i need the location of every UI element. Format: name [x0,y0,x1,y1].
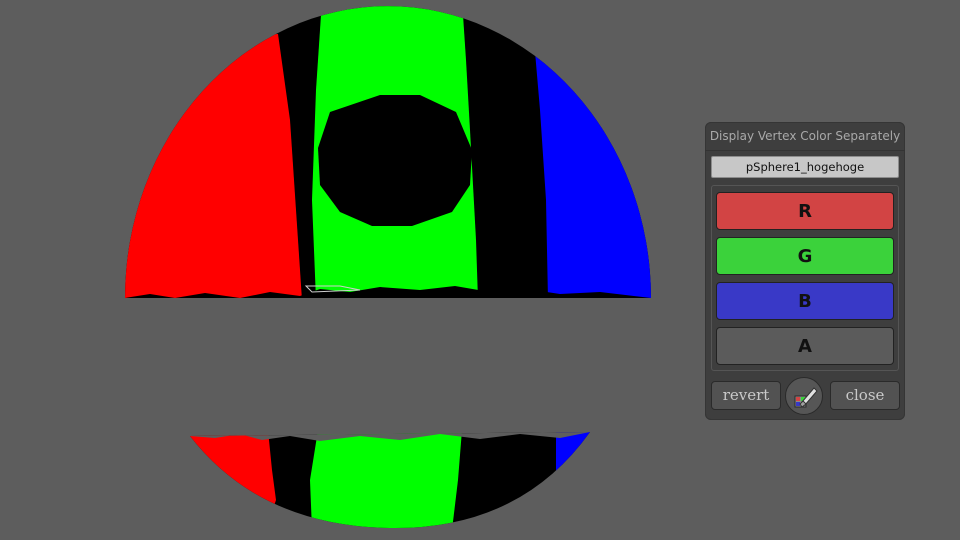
sphere-bottom-cap [190,432,590,529]
channel-button-group: R G B A [711,185,899,371]
revert-button[interactable]: revert [711,381,781,410]
paint-tool-button[interactable] [785,377,823,415]
close-button[interactable]: close [830,381,900,410]
red-channel-button[interactable]: R [716,192,894,230]
panel-title: Display Vertex Color Separately [705,122,905,151]
object-name-field[interactable]: pSphere1_hogehoge [711,156,899,178]
sphere-top-half [125,6,651,298]
paint-brush-icon [794,387,818,408]
blue-channel-button[interactable]: B [716,282,894,320]
green-channel-button[interactable]: G [716,237,894,275]
vertex-color-panel: Display Vertex Color Separately pSphere1… [705,122,905,420]
alpha-channel-button[interactable]: A [716,327,894,365]
